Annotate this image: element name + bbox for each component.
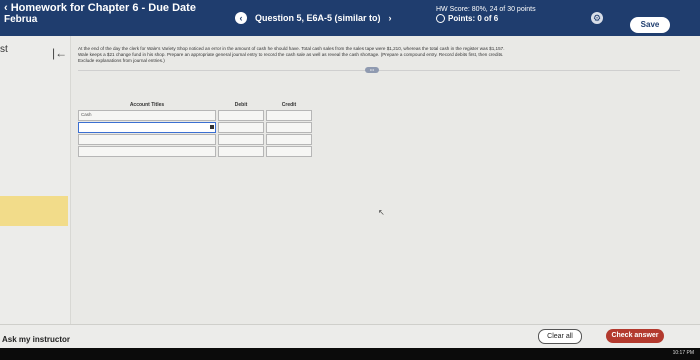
credit-input[interactable] [266,146,312,157]
assignment-subtitle: Februa [4,14,38,25]
debit-input[interactable] [218,110,264,121]
chevron-left-icon: ‹ [4,2,11,14]
question-navigator: ‹ Question 5, E6A-5 (similar to) › [235,12,392,24]
assignment-title: Homework for Chapter 6 - Due Date [10,2,196,14]
points-circle-icon [436,14,445,23]
header-account-titles: Account Titles [129,102,165,108]
settings-gear-icon[interactable]: ⚙ [591,12,603,24]
assignment-back-link[interactable]: ‹ Homework for Chapter 6 - Due Date Febr… [4,2,196,26]
table-row [78,146,312,157]
sidebar-highlight [0,196,68,226]
mouse-cursor-icon: ↖ [378,208,385,217]
check-answer-button[interactable]: Check answer [606,329,664,343]
header-debit: Debit [234,102,248,108]
table-row [78,122,312,133]
credit-input[interactable] [266,134,312,145]
taskbar-clock: 10:17 PM [672,350,694,356]
table-row [78,134,312,145]
expand-more-button[interactable]: ••• [365,67,379,73]
debit-input[interactable] [218,122,264,133]
os-taskbar: 10:17 PM [0,348,700,360]
account-input[interactable] [78,134,216,145]
account-value: Cash [81,112,92,117]
previous-question-button[interactable]: ‹ [235,12,247,24]
credit-input[interactable] [266,110,312,121]
header-credit: Credit [281,102,297,108]
question-label[interactable]: Question 5, E6A-5 (similar to) [255,13,381,23]
credit-input[interactable] [266,122,312,133]
question-text: At the end of the day the clerk for Wale… [78,46,678,64]
account-input[interactable]: Cash [78,110,216,121]
left-panel [0,36,71,324]
table-row: Cash [78,110,312,121]
score-panel: HW Score: 80%, 24 of 30 points Points: 0… [436,5,536,23]
debit-input[interactable] [218,146,264,157]
account-input[interactable] [78,146,216,157]
journal-entry-table: Account Titles Debit Credit Cash [76,100,314,158]
ask-instructor-link[interactable]: Ask my instructor [2,335,70,344]
points-value: Points: 0 of 6 [448,14,499,23]
account-select[interactable] [78,122,216,133]
collapse-panel-icon[interactable]: |← [52,46,67,60]
top-bar: ‹ Homework for Chapter 6 - Due Date Febr… [0,0,700,36]
dropdown-arrow-icon[interactable] [210,125,214,129]
hw-score: HW Score: 80%, 24 of 30 points [436,6,536,13]
question-line-3: Exclude explanations from journal entrie… [78,58,165,63]
debit-input[interactable] [218,134,264,145]
clear-all-button[interactable]: Clear all [538,329,582,344]
bottom-bar [0,324,700,349]
next-question-button[interactable]: › [389,13,392,23]
save-button[interactable]: Save [630,17,670,33]
section-divider [78,70,680,71]
sidebar-partial-label: st [0,44,8,55]
